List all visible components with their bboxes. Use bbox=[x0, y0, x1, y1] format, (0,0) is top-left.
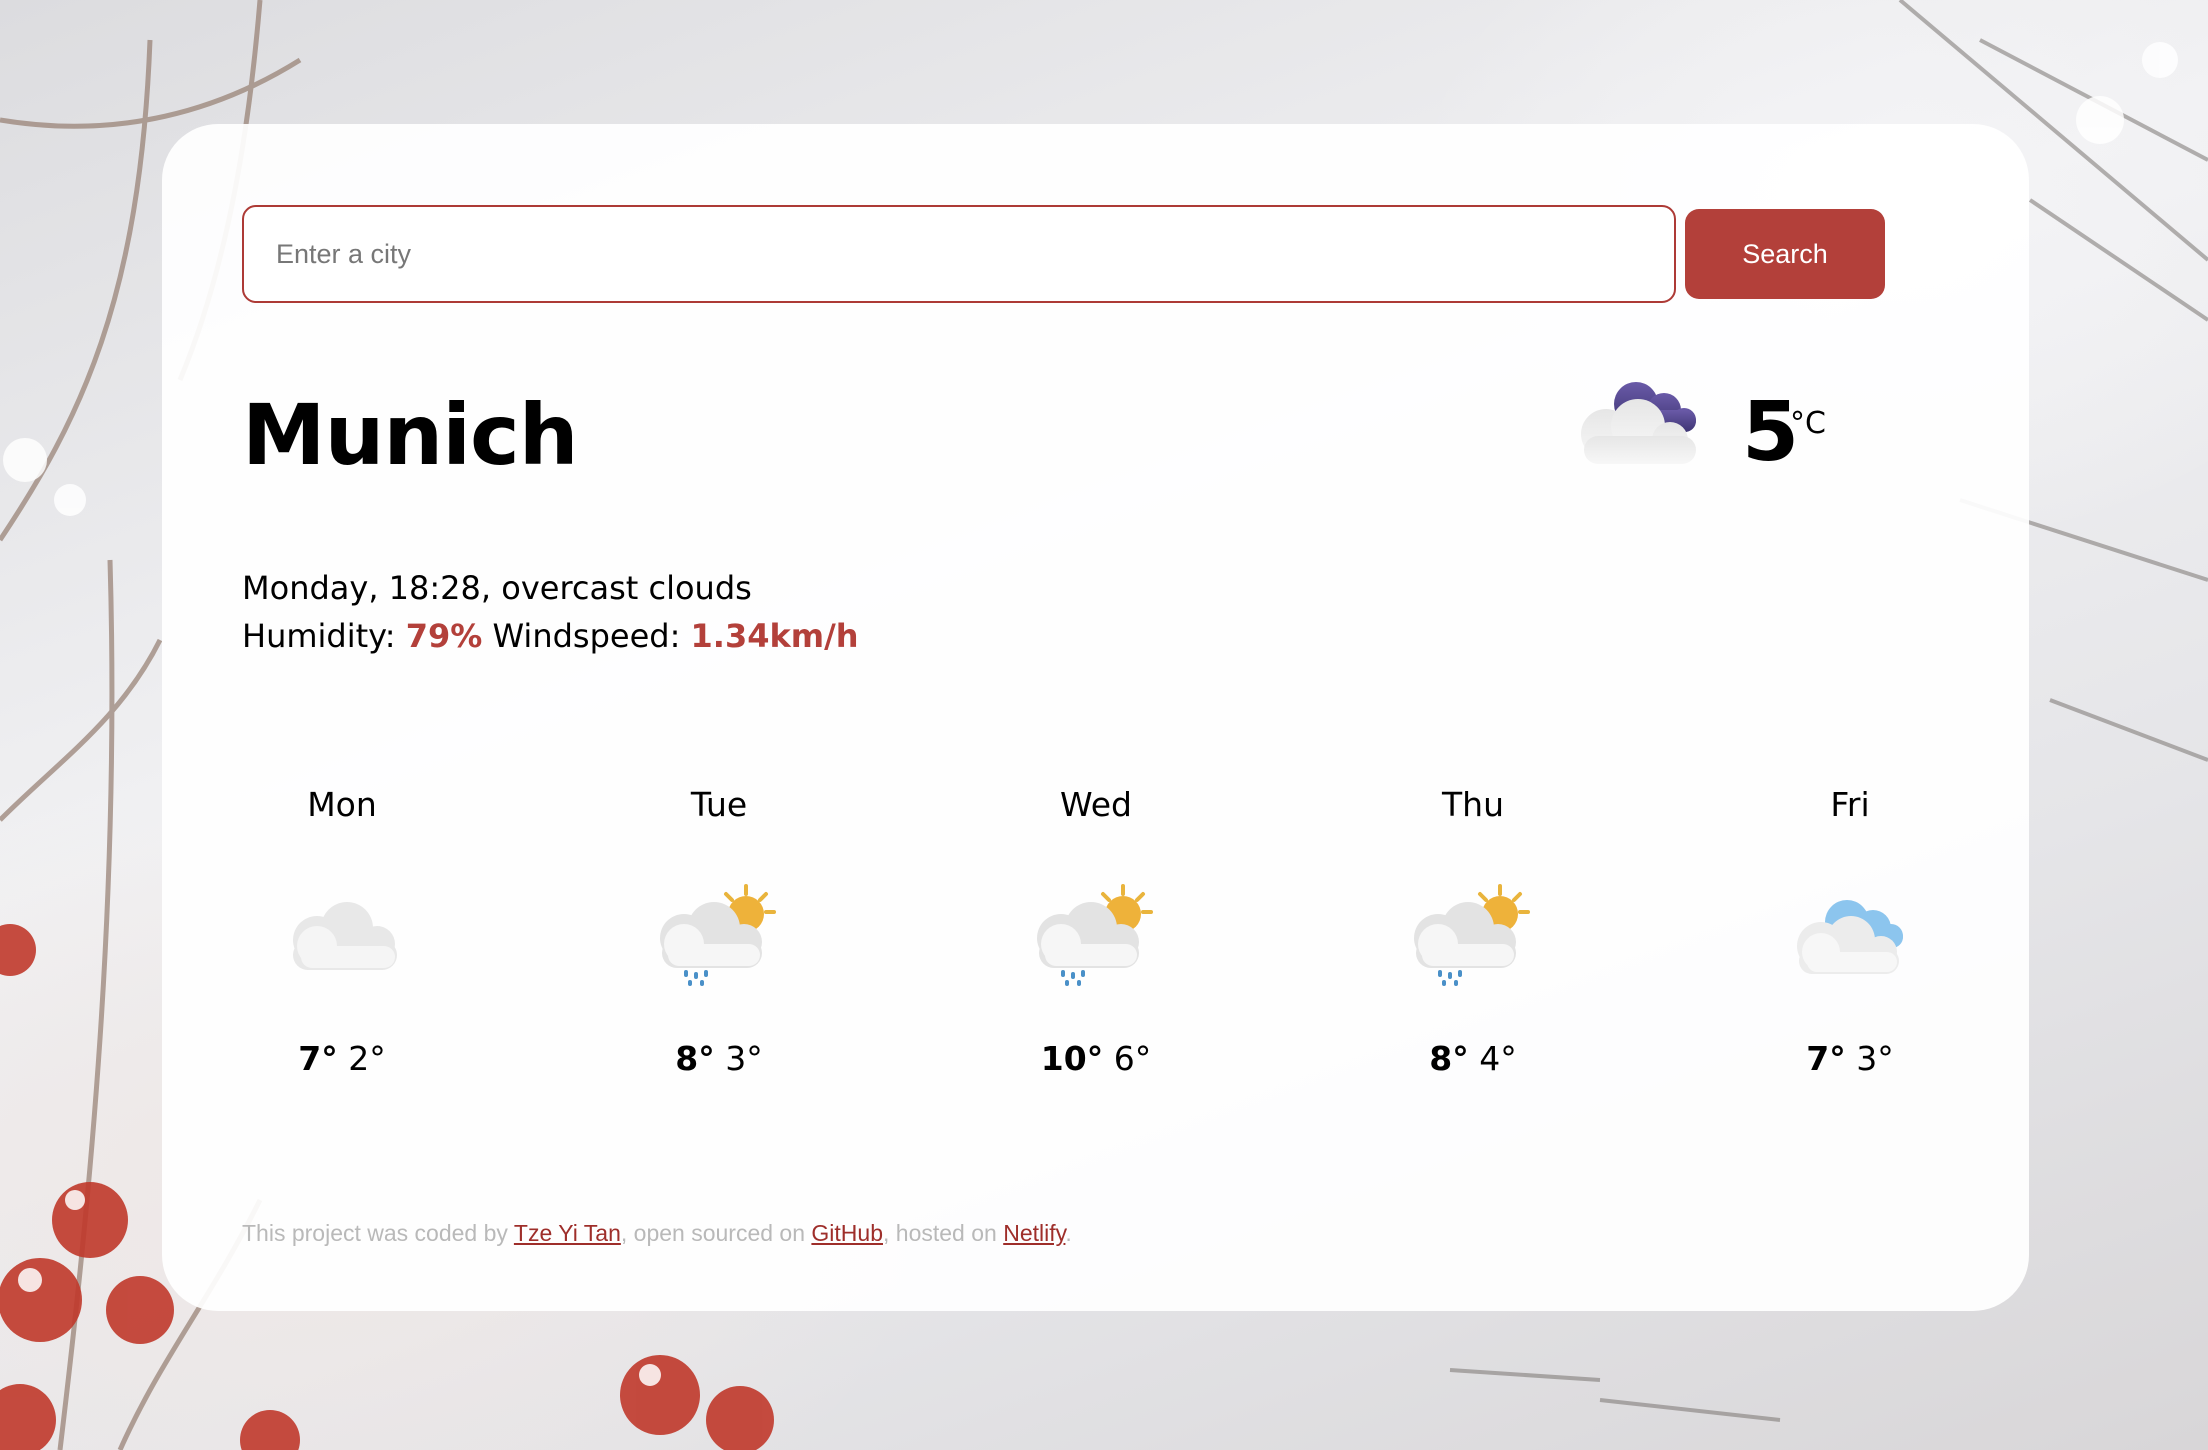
forecast-day: Tue 8° 3° bbox=[619, 780, 819, 1078]
forecast-day-name: Wed bbox=[1060, 785, 1132, 824]
forecast-temps: 8° 3° bbox=[619, 1039, 819, 1078]
forecast-min-temp: 6° bbox=[1113, 1039, 1152, 1078]
footer-text: This project was coded by bbox=[242, 1220, 514, 1246]
humidity-label: Humidity: bbox=[242, 617, 396, 655]
forecast-day-name: Tue bbox=[690, 785, 748, 824]
forecast-temps: 8° 4° bbox=[1373, 1039, 1573, 1078]
forecast-min-temp: 3° bbox=[725, 1039, 763, 1078]
forecast-min-temp: 3° bbox=[1856, 1039, 1894, 1078]
footer-credits: This project was coded by Tze Yi Tan, op… bbox=[242, 1220, 1072, 1247]
search-button[interactable]: Search bbox=[1685, 209, 1885, 299]
humidity-wind-line: Humidity: 79% Windspeed: 1.34km/h bbox=[242, 612, 859, 660]
forecast-temps: 10° 6° bbox=[996, 1039, 1196, 1078]
forecast-temps: 7° 3° bbox=[1750, 1039, 1950, 1078]
forecast-min-temp: 2° bbox=[348, 1039, 386, 1078]
author-link[interactable]: Tze Yi Tan bbox=[514, 1220, 621, 1246]
humidity-value: 79% bbox=[405, 617, 483, 655]
search-form: Search bbox=[242, 205, 1885, 303]
forecast-max-temp: 8° bbox=[1429, 1039, 1469, 1078]
footer-text: . bbox=[1065, 1220, 1072, 1246]
forecast-day-name: Thu bbox=[1442, 785, 1504, 824]
sun-cloud-rain-icon bbox=[1414, 884, 1530, 986]
overcast-clouds-icon bbox=[1581, 382, 1696, 464]
forecast-min-temp: 4° bbox=[1479, 1039, 1517, 1078]
netlify-link[interactable]: Netlify bbox=[1003, 1220, 1065, 1246]
windspeed-value: 1.34km/h bbox=[690, 617, 859, 655]
forecast-max-temp: 7° bbox=[1806, 1039, 1846, 1078]
forecast-day-name: Fri bbox=[1830, 785, 1870, 824]
forecast-day-name: Mon bbox=[307, 785, 377, 824]
city-search-input[interactable] bbox=[242, 205, 1676, 303]
forecast-day: Fri 7° 3° bbox=[1750, 780, 1950, 1078]
sun-cloud-rain-icon bbox=[660, 884, 776, 986]
date-description: Monday, 18:28, overcast clouds bbox=[242, 569, 752, 607]
city-name: Munich bbox=[242, 386, 579, 484]
sun-cloud-rain-icon bbox=[1037, 884, 1153, 986]
forecast-day: Mon 7° 2° bbox=[242, 780, 442, 1078]
forecast-max-temp: 10° bbox=[1040, 1039, 1104, 1078]
forecast-day: Wed 10° 6° bbox=[996, 780, 1196, 1078]
weather-details: Monday, 18:28, overcast clouds Humidity:… bbox=[242, 564, 859, 660]
forecast-day: Thu 8° 4° bbox=[1373, 780, 1573, 1078]
forecast-temps: 7° 2° bbox=[242, 1039, 442, 1078]
footer-text: , open sourced on bbox=[620, 1220, 812, 1246]
footer-text: , hosted on bbox=[883, 1220, 1004, 1246]
weather-card: Search Munich 5 °C Monda bbox=[162, 124, 2029, 1311]
github-link[interactable]: GitHub bbox=[811, 1220, 883, 1246]
cloud-icon bbox=[293, 902, 397, 970]
windspeed-label: Windspeed: bbox=[492, 617, 681, 655]
forecast: Mon 7° 2° Tue 8° 3° Wed 10° 6° Thu 8° 4°… bbox=[242, 780, 1973, 1080]
cloud-icon bbox=[1797, 900, 1903, 974]
forecast-max-temp: 7° bbox=[298, 1039, 338, 1078]
temperature-unit[interactable]: °C bbox=[1790, 406, 1826, 441]
forecast-max-temp: 8° bbox=[675, 1039, 715, 1078]
